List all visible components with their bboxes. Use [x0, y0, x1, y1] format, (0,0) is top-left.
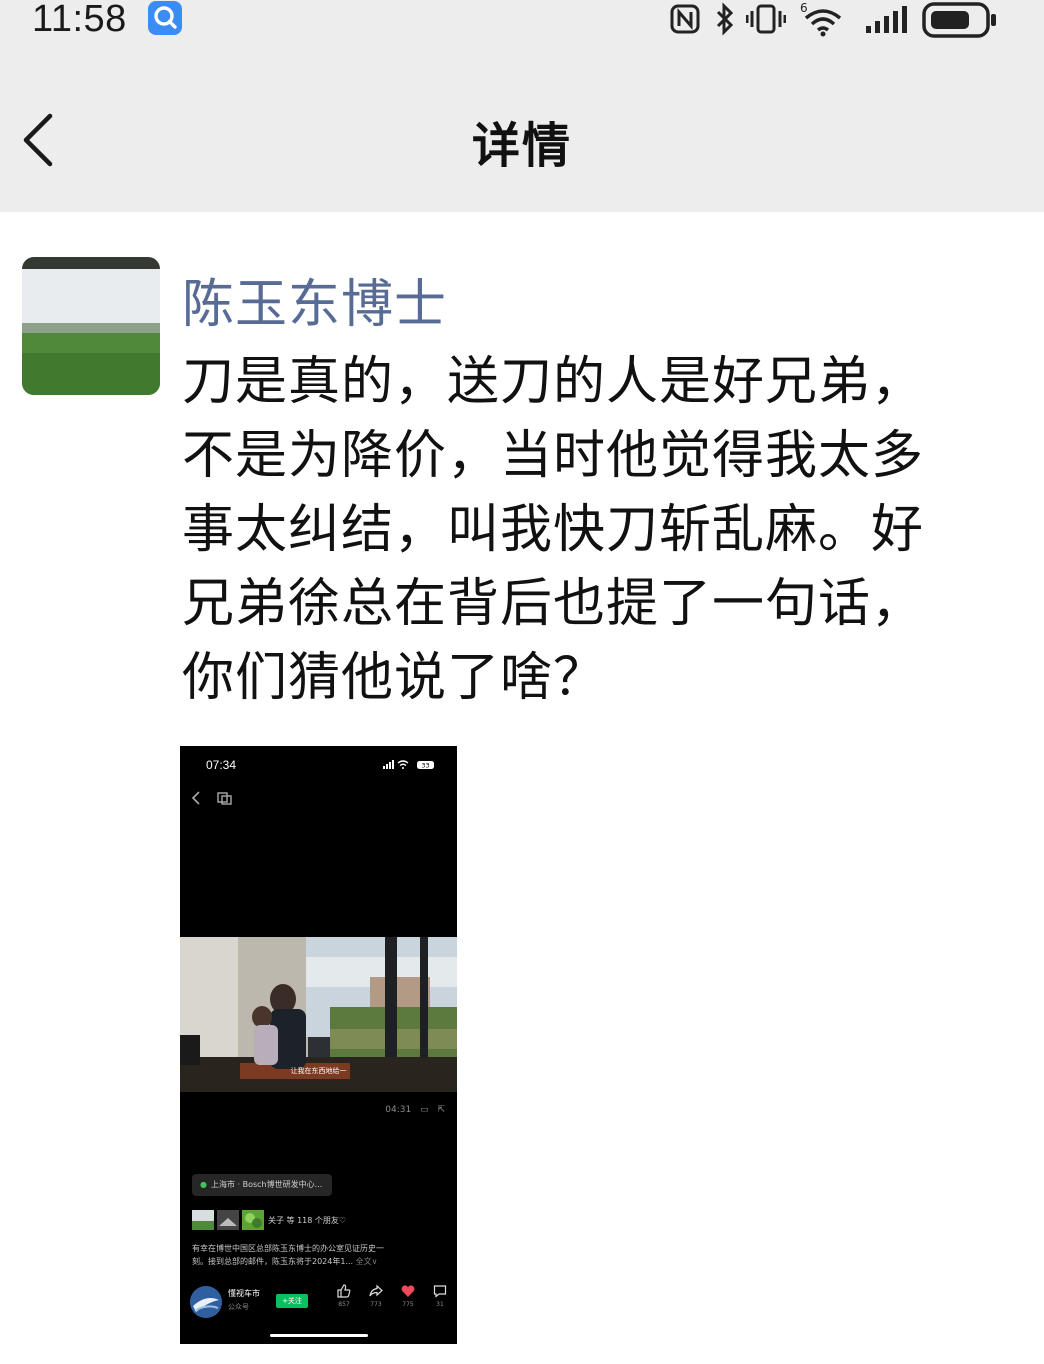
liker-avatar	[242, 1210, 264, 1230]
post-text: 刀是真的，送刀的人是好兄弟， 不是为降价，当时他觉得我太多 事太纠结，叫我快刀斩…	[182, 345, 1002, 715]
caption-line: 刻。接到总部的邮件，陈玉东将于2024年1... 全文∨	[192, 1255, 447, 1268]
favorite-stat[interactable]: 775	[394, 1284, 422, 1308]
moments-detail-screen: 11:58 6 详情 陈玉东博士 刀是真的，送刀的人是好兄弟， 不是为降价，当时…	[0, 0, 1044, 1364]
account-logo-image	[190, 1286, 222, 1318]
share-count: 773	[370, 1301, 382, 1308]
search-app-icon	[148, 1, 182, 35]
location-tag[interactable]: ● 上海市 · Bosch博世研发中心...	[192, 1174, 333, 1196]
video-controls: 04:31 ▭ ⇱	[379, 1105, 445, 1115]
wifi-badge: 6	[800, 1, 808, 15]
battery-icon	[922, 2, 996, 38]
follow-button[interactable]: +关注	[276, 1294, 308, 1308]
like-stat[interactable]: 857	[330, 1284, 358, 1308]
video-duration: 04:31	[385, 1105, 412, 1115]
status-icons: 6	[670, 0, 1000, 40]
caption-more-link[interactable]: 全文∨	[356, 1257, 378, 1266]
wifi-icon: 6	[800, 1, 842, 37]
account-name: 懂视车市	[228, 1289, 260, 1298]
post-text-line: 不是为降价，当时他觉得我太多	[182, 426, 925, 486]
share-icon	[369, 1284, 383, 1297]
page-title: 详情	[471, 118, 572, 174]
status-time: 11:58	[32, 0, 127, 40]
vibrate-icon	[746, 4, 786, 34]
author-name[interactable]: 陈玉东博士	[182, 262, 447, 337]
thumbs-up-icon	[337, 1284, 351, 1298]
attachment-status-icons: 33	[383, 760, 434, 770]
comment-icon	[433, 1285, 447, 1298]
share-stat[interactable]: 773	[362, 1284, 390, 1308]
post-text-line: 刀是真的，送刀的人是好兄弟，	[182, 352, 925, 412]
comment-count: 31	[436, 1301, 444, 1308]
cellular-signal-icon	[866, 6, 907, 33]
bluetooth-icon	[716, 2, 734, 36]
heart-icon	[401, 1285, 415, 1297]
liker-avatar	[192, 1210, 214, 1230]
danmaku-icon[interactable]: ▭	[420, 1105, 429, 1115]
caption-line: 有幸在博世中国区总部陈玉东博士的办公室见证历史一	[192, 1244, 384, 1253]
location-label: 上海市 · Bosch博世研发中心...	[210, 1180, 323, 1189]
status-bar: 11:58 6	[0, 0, 1044, 44]
favorite-count: 775	[402, 1301, 414, 1308]
post-text-line: 事太纠结，叫我快刀斩乱麻。好	[182, 500, 925, 560]
attachment-caption: 有幸在博世中国区总部陈玉东博士的办公室见证历史一 刻。接到总部的邮件，陈玉东将于…	[192, 1242, 447, 1268]
attachment-status-time: 07:34	[206, 758, 237, 772]
account-type: 公众号	[228, 1303, 249, 1311]
post-text-line: 兄弟徐总在背后也提了一句话，	[182, 574, 925, 634]
top-bar: 11:58 6 详情	[0, 0, 1044, 212]
attachment-footer: 懂视车市 公众号 +关注 857 773 775 31	[190, 1284, 450, 1320]
attachment-nav-icons	[191, 791, 232, 805]
liker-avatar	[217, 1210, 239, 1230]
nfc-icon	[670, 4, 700, 34]
video-subtitle: 让我在东西地给一	[290, 1067, 347, 1075]
caption-line-text: 刻。接到总部的邮件，陈玉东将于2024年1...	[192, 1257, 354, 1266]
avatar-image	[22, 257, 160, 395]
account-logo[interactable]	[190, 1286, 222, 1318]
author-avatar[interactable]	[22, 257, 160, 395]
attachment-battery-level: 33	[421, 762, 429, 770]
like-count: 857	[338, 1301, 350, 1308]
home-indicator	[270, 1334, 368, 1337]
location-pin-icon: ●	[200, 1180, 207, 1189]
fullscreen-icon[interactable]: ⇱	[437, 1105, 445, 1115]
post-text-line: 你们猜他说了啥？	[182, 648, 607, 708]
attached-screenshot[interactable]: 07:34 33 让我在东西地给一 04:31 ▭ ⇱ ● 上海市 · Bosc…	[180, 746, 457, 1344]
likers-text: 关子 等 118 个朋友♡	[268, 1216, 347, 1225]
comment-stat[interactable]: 31	[426, 1284, 454, 1308]
navigation-bar: 详情	[0, 92, 1044, 188]
